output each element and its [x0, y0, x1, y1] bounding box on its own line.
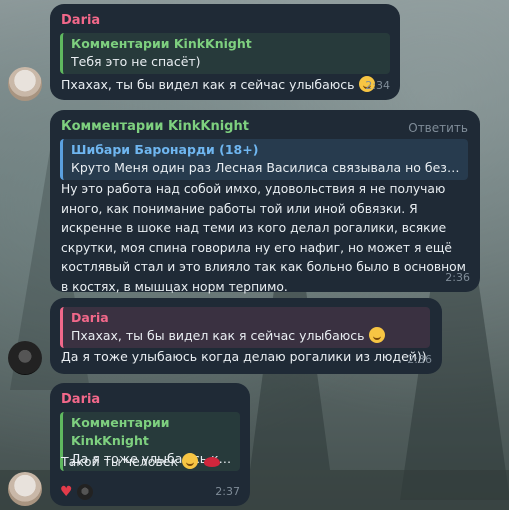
message-text: Пхахах, ты бы видел как я сейчас улыбаюс…: [61, 75, 375, 94]
reply-quote[interactable]: Daria Пхахах, ты бы видел как я сейчас у…: [60, 307, 430, 348]
quote-sender: Комментарии KinkKnight: [71, 36, 252, 51]
lips-emoji: [204, 457, 221, 467]
message-time: 2:37: [215, 485, 240, 498]
reply-button[interactable]: Ответить: [408, 119, 468, 138]
grinning-face-emoji: [182, 453, 199, 469]
quote-text: Тебя это не спасёт): [71, 54, 201, 69]
sender-name[interactable]: Daria: [61, 390, 100, 409]
quote-text-content: Пхахах, ты бы видел как я сейчас улыбаюс…: [71, 328, 365, 343]
message-text: Такой ты человек: [61, 452, 221, 471]
message-bubble[interactable]: Daria Пхахах, ты бы видел как я сейчас у…: [50, 298, 442, 374]
message-text-content: Пхахах, ты бы видел как я сейчас улыбаюс…: [61, 77, 355, 92]
sender-name[interactable]: Daria: [61, 11, 100, 30]
message-text-content: Такой ты человек: [61, 454, 179, 469]
quote-text: Пхахах, ты бы видел как я сейчас улыбаюс…: [71, 327, 422, 345]
quote-sender: Daria: [71, 310, 109, 325]
quote-text: Круто Меня один раз Лесная Василиса связ…: [71, 160, 460, 175]
message-bubble[interactable]: Daria Комментарии KinkKnight Да я тоже у…: [50, 383, 250, 506]
sender-name[interactable]: Комментарии KinkKnight: [61, 117, 249, 136]
heart-icon[interactable]: ♥: [60, 484, 73, 500]
avatar-daria[interactable]: [8, 67, 42, 101]
grinning-face-emoji: [368, 327, 385, 343]
message-time: 2:36: [445, 271, 470, 284]
message-text: Ну это работа над собой имхо, удовольств…: [61, 182, 466, 294]
quote-sender: Комментарии KinkKnight: [71, 415, 170, 448]
message-bubble[interactable]: Комментарии KinkKnight Ответить Шибари Б…: [50, 110, 480, 294]
avatar-daria[interactable]: [8, 472, 42, 506]
message-time: 2:34: [365, 79, 390, 92]
reply-quote[interactable]: Шибари Баронарди (18+) Круто Меня один р…: [60, 139, 468, 180]
message-bubble[interactable]: Daria Комментарии KinkKnight Тебя это не…: [50, 4, 400, 100]
reaction-avatar: [76, 484, 93, 500]
reactions[interactable]: ♥: [60, 484, 93, 500]
reply-quote[interactable]: Комментарии KinkKnight Тебя это не спасё…: [60, 33, 390, 74]
quote-sender: Шибари Баронарди (18+): [71, 142, 259, 157]
message-text: Да я тоже улыбаюсь когда делаю рогалики …: [61, 349, 427, 364]
message-time: 2:36: [407, 353, 432, 366]
avatar-user[interactable]: [8, 341, 42, 375]
